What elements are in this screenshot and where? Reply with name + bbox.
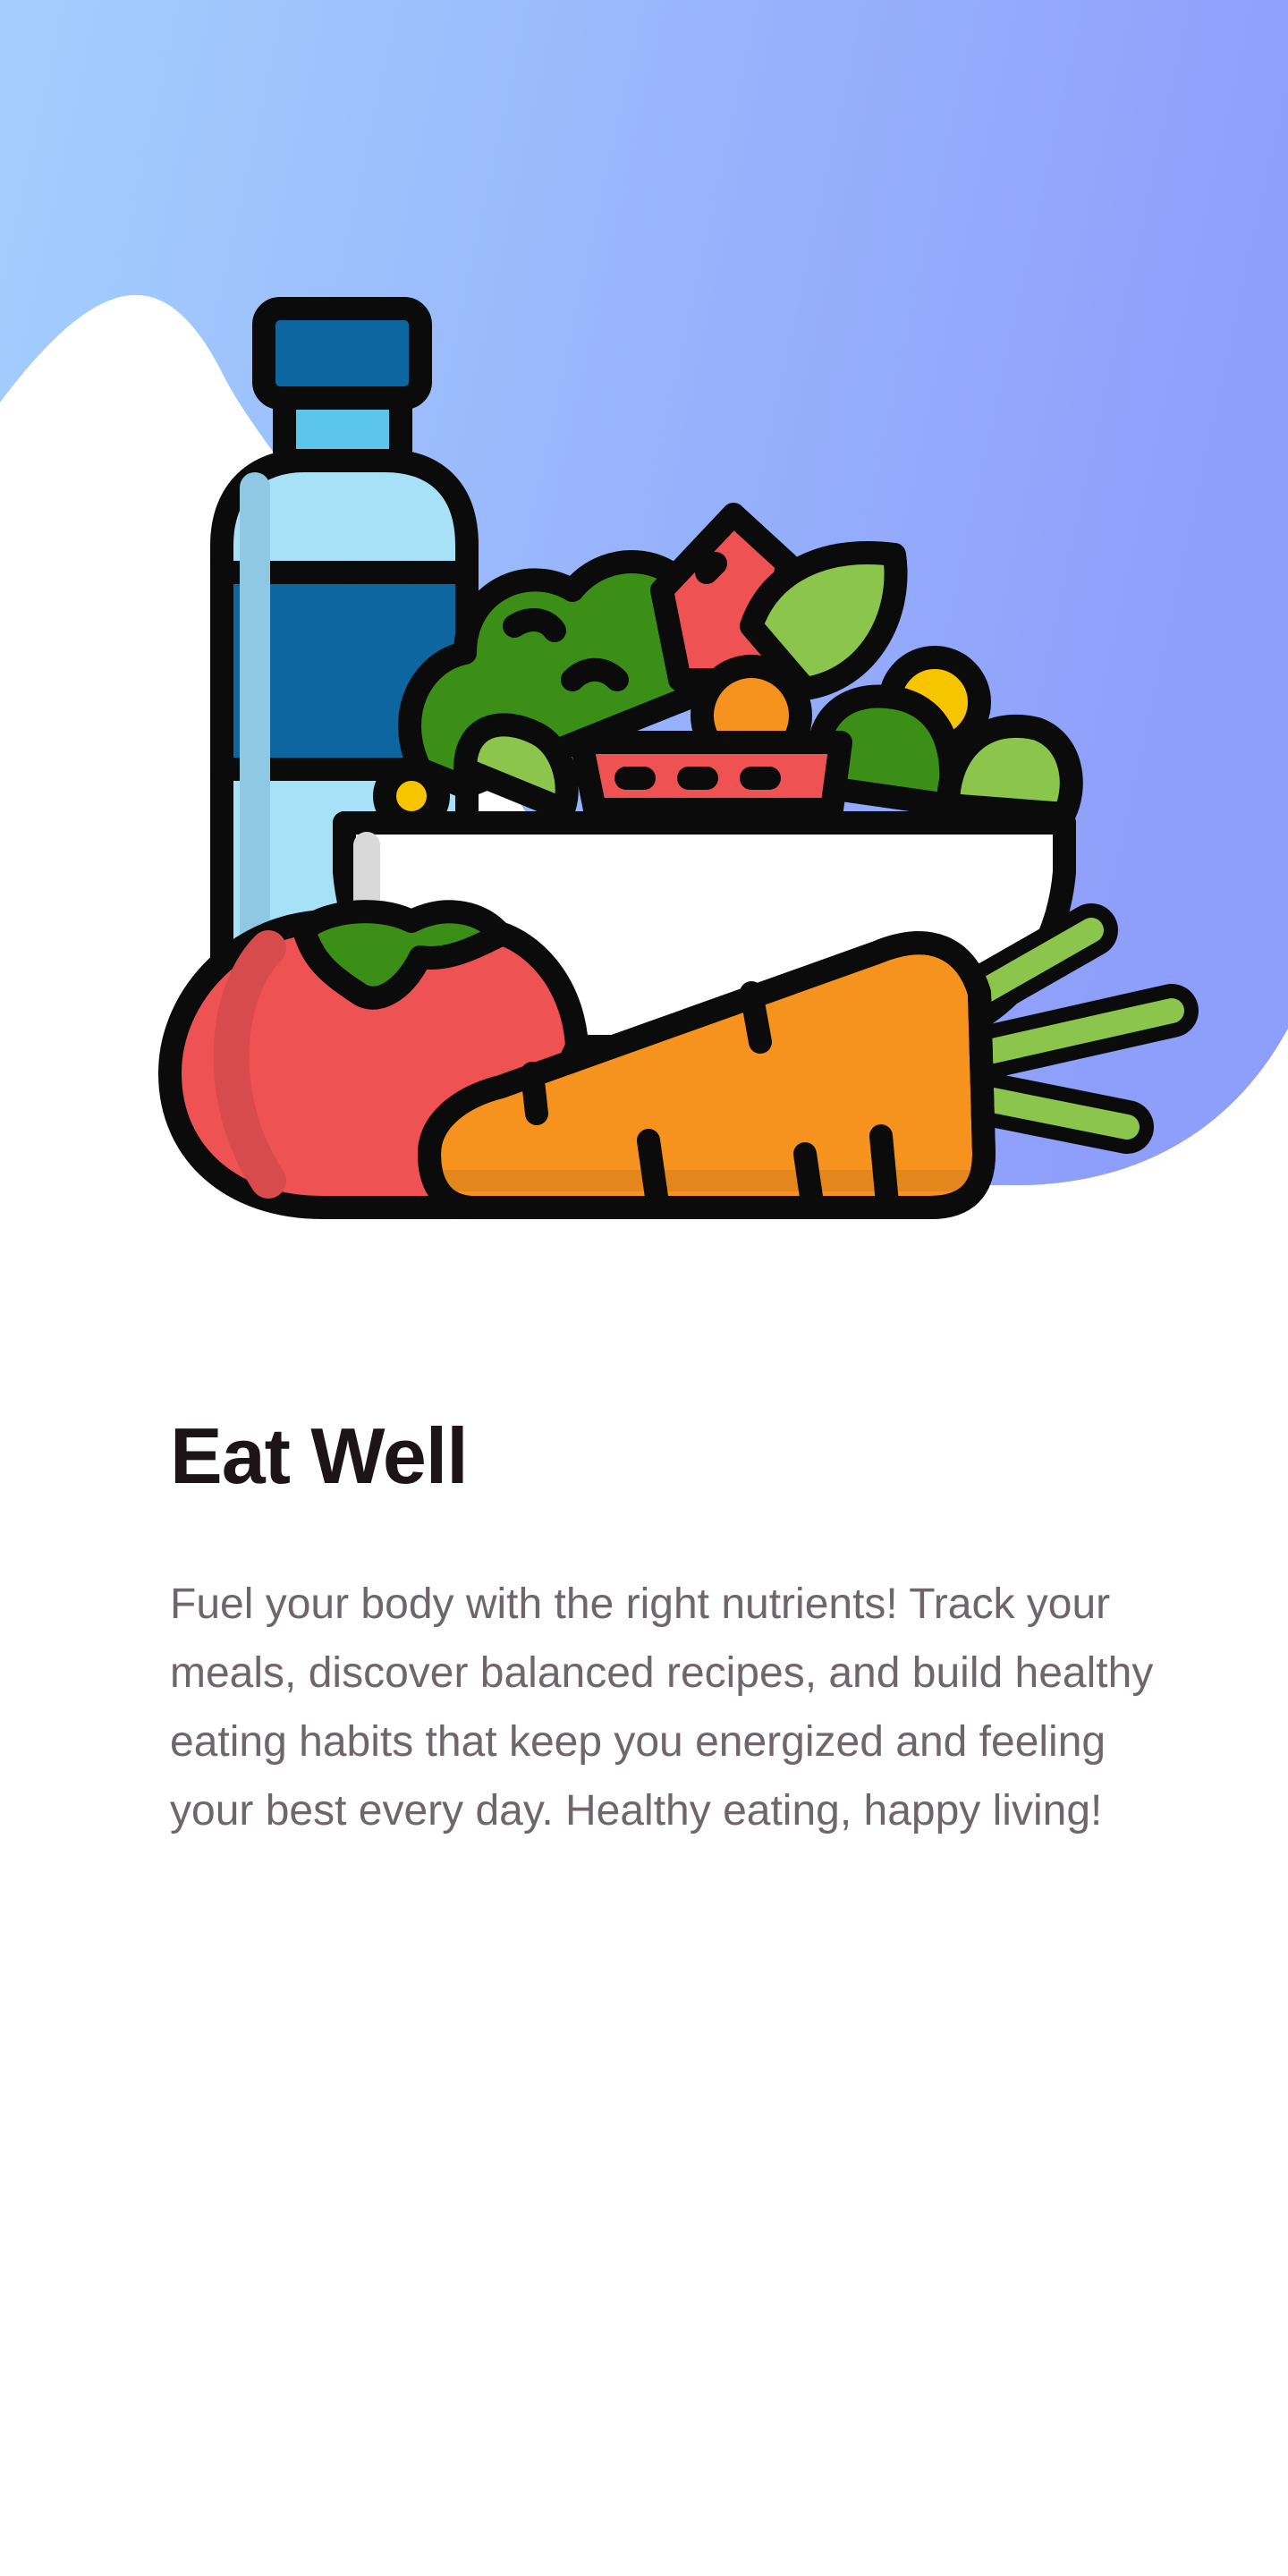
hero-section xyxy=(0,0,1288,1288)
hero-graphic xyxy=(0,0,1288,1219)
onboarding-title: Eat Well xyxy=(170,1411,469,1500)
onboarding-description: Fuel your body with the right nutrients!… xyxy=(170,1580,1154,1835)
onboarding-content: Eat Well Fuel your body with the right n… xyxy=(170,1411,1190,1845)
